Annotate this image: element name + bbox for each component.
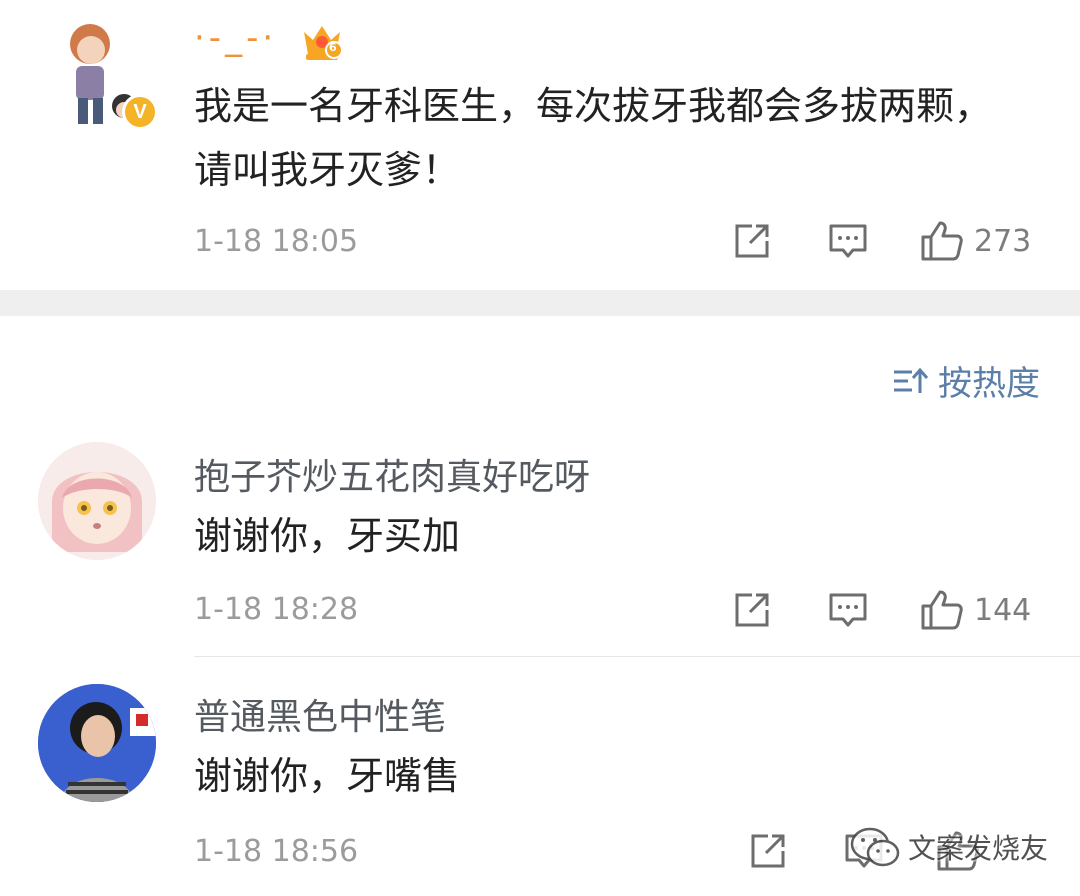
thumbs-up-icon[interactable] <box>920 220 964 262</box>
thumbs-up-icon[interactable] <box>920 589 964 631</box>
share-icon[interactable] <box>732 590 772 630</box>
comment-icon[interactable] <box>828 590 868 630</box>
watermark-text: 文案发烧友 <box>908 832 1049 865</box>
comment-timestamp: 1-18 18:28 <box>194 592 359 627</box>
post-username[interactable]: ·-_-· <box>194 18 277 58</box>
comment-username[interactable]: 抱子芥炒五花肉真好吃呀 <box>194 448 590 500</box>
comment-actions: 144 <box>732 589 1031 631</box>
like-count: 273 <box>974 223 1032 259</box>
comment-username[interactable]: 普通黑色中性笔 <box>194 688 446 740</box>
sort-label: 按热度 <box>938 364 1040 404</box>
watermark: 文案发烧友 <box>850 826 1048 868</box>
like-count: 144 <box>974 592 1032 628</box>
avatar-image <box>38 442 156 560</box>
section-divider <box>0 290 1080 316</box>
post-timestamp: 1-18 18:05 <box>194 224 359 259</box>
post-content: 我是一名牙科医生，每次拔牙我都会多拔两颗，请叫我牙灭爹！ <box>194 84 993 192</box>
avatar-image <box>38 684 156 802</box>
wechat-icon <box>850 827 900 867</box>
post-actions: 273 <box>732 220 1031 262</box>
badge-level: 6 <box>329 41 337 54</box>
avatar[interactable] <box>38 684 156 802</box>
sort-icon <box>894 367 928 393</box>
comment-content: 谢谢你，牙买加 <box>194 514 461 558</box>
share-icon[interactable] <box>748 831 788 871</box>
avatar[interactable] <box>38 442 156 560</box>
crown-badge-icon: 6 <box>300 20 344 66</box>
comment-icon[interactable] <box>828 221 868 261</box>
comment-timestamp: 1-18 18:56 <box>194 834 359 869</box>
share-icon[interactable] <box>732 221 772 261</box>
comment-separator <box>194 656 1080 657</box>
sort-toggle[interactable]: 按热度 <box>892 356 1040 405</box>
verified-badge-icon: V <box>122 94 158 130</box>
comment-content: 谢谢你，牙嘴售 <box>194 754 461 798</box>
